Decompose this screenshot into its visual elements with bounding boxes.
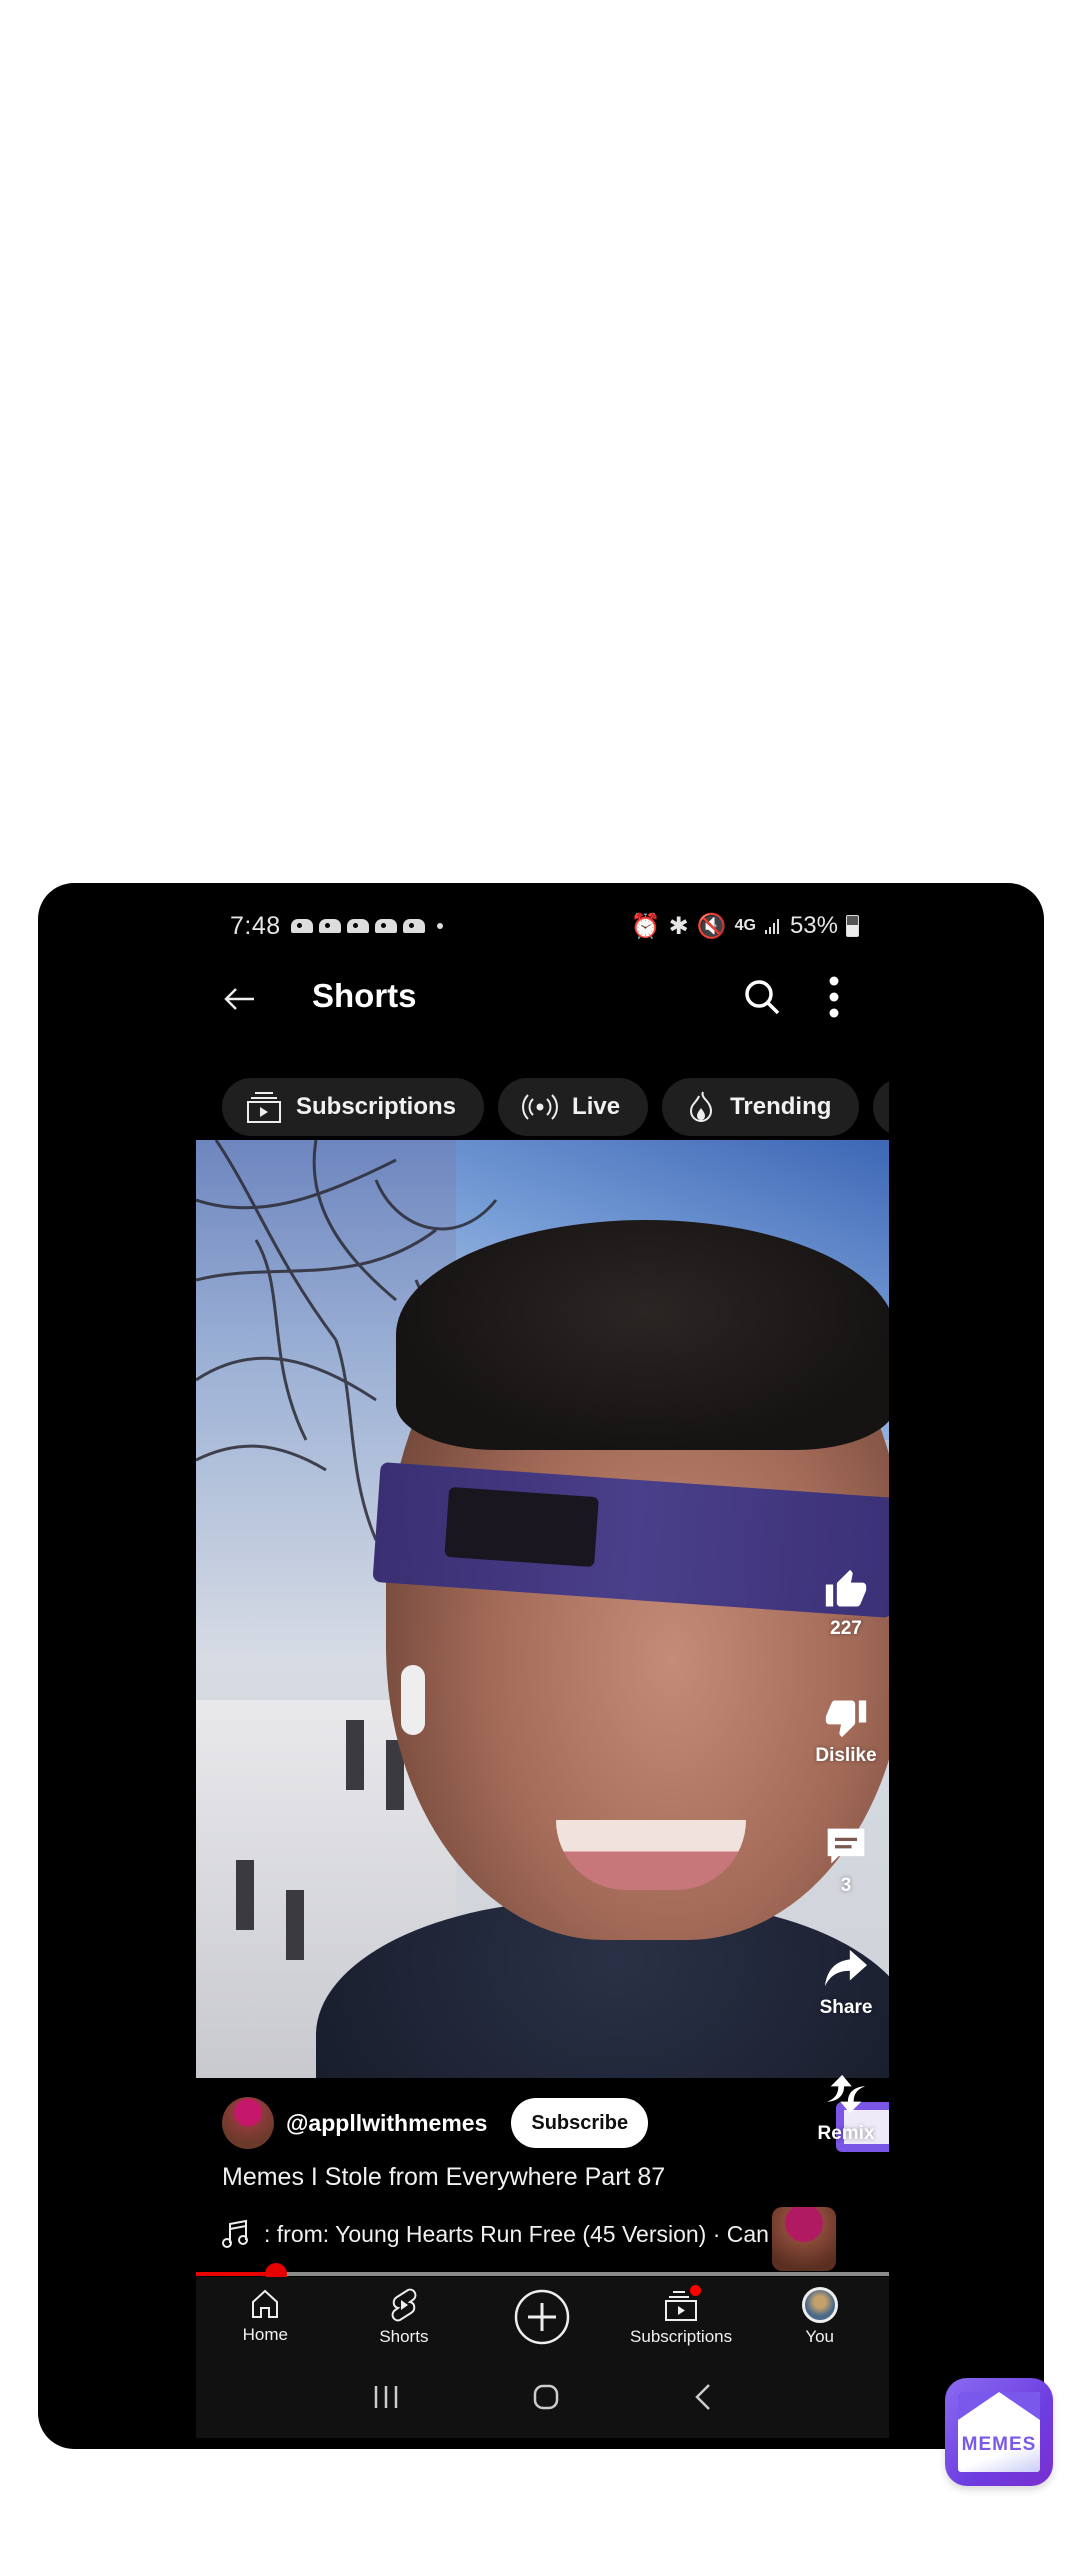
video-progress-bar[interactable] [196, 2263, 889, 2285]
nav-label: You [805, 2327, 835, 2346]
music-thumbnail[interactable] [772, 2207, 836, 2271]
shorts-icon [391, 2288, 417, 2322]
notification-icon [346, 919, 369, 933]
app-header: Shorts [196, 963, 889, 1033]
chip-more[interactable] [873, 1078, 889, 1136]
bottom-nav: Home Shorts Subscriptions You [196, 2277, 889, 2357]
chip-label: Subscriptions [296, 1093, 457, 1120]
filter-chips: Subscriptions Live Trending [222, 1078, 889, 1136]
notification-icon [290, 919, 313, 933]
bluetooth-icon: ✱ [668, 912, 689, 940]
like-button[interactable]: 227 [803, 1568, 889, 1640]
music-track: : from: Young Hearts Run Free (45 Versio… [264, 2220, 769, 2247]
trending-icon [690, 1091, 713, 1122]
video-earbud [401, 1665, 425, 1735]
progress-fill [196, 2272, 276, 2276]
subscriptions-icon [247, 1092, 281, 1123]
home-circle-icon[interactable] [531, 2382, 561, 2412]
live-icon [522, 1094, 558, 1120]
video-player[interactable] [196, 1140, 889, 2078]
comments-button[interactable]: 3 [803, 1823, 889, 1897]
create-plus-icon [515, 2289, 570, 2345]
comment-icon [827, 1828, 865, 1864]
nav-subscriptions[interactable]: Subscriptions [612, 2277, 751, 2357]
system-nav-bar [196, 2367, 889, 2427]
channel-avatar[interactable] [222, 2097, 274, 2149]
remix-button[interactable]: Remix [803, 2071, 889, 2145]
notification-icon [318, 919, 341, 933]
arrow-left-icon[interactable] [222, 981, 258, 1017]
nav-shorts[interactable]: Shorts [335, 2277, 474, 2357]
recents-icon[interactable] [371, 2383, 401, 2411]
page-title: Shorts [312, 977, 417, 1014]
video-hair [396, 1220, 889, 1450]
back-icon[interactable] [692, 2382, 714, 2412]
share-button[interactable]: Share [803, 1947, 889, 2019]
share-icon [824, 1949, 868, 1987]
envelope-icon: MEMES [958, 2392, 1040, 2472]
like-count: 227 [830, 1618, 862, 1639]
notification-icon [402, 919, 425, 933]
chip-label: Live [572, 1093, 621, 1120]
chip-trending[interactable]: Trending [662, 1078, 860, 1136]
nav-home[interactable]: Home [196, 2277, 335, 2357]
nav-label: Home [242, 2325, 288, 2344]
nav-label: Subscriptions [630, 2327, 733, 2346]
youtube-shorts-screen: 7:48 ⏰ ✱ 🔇 4G 53% Shorts Subscriptions L… [196, 883, 889, 2438]
thumb-up-icon [825, 1569, 867, 1607]
nav-you[interactable]: You [750, 2277, 889, 2357]
channel-row: @appllwithmemes Subscribe [222, 2096, 649, 2150]
network-4g-icon: 4G [734, 917, 756, 934]
dislike-label: Dislike [815, 1745, 877, 1766]
nav-create[interactable] [473, 2277, 612, 2357]
thumb-down-icon [825, 1700, 867, 1738]
subscribe-button[interactable]: Subscribe [511, 2098, 649, 2148]
notification-icon [374, 919, 397, 933]
dislike-button[interactable]: Dislike [803, 1695, 889, 1767]
status-right: ⏰ ✱ 🔇 4G 53% [631, 912, 859, 941]
chip-label: Trending [730, 1093, 832, 1120]
battery-percent: 53% [789, 912, 838, 939]
status-time: 7:48 [230, 911, 281, 940]
home-icon [252, 2289, 279, 2318]
remix-icon [826, 2074, 866, 2114]
alarm-icon: ⏰ [630, 912, 661, 940]
notification-icons [290, 919, 443, 933]
music-row[interactable]: : from: Young Hearts Run Free (45 Versio… [222, 2219, 782, 2249]
bottom-area: Home Shorts Subscriptions You [196, 2277, 889, 2438]
video-title[interactable]: Memes I Stole from Everywhere Part 87 [222, 2163, 665, 2192]
more-vert-icon[interactable] [824, 975, 844, 1019]
search-icon[interactable] [742, 977, 782, 1017]
music-note-icon [222, 2219, 248, 2248]
status-bar: 7:48 ⏰ ✱ 🔇 4G 53% [230, 911, 859, 941]
notification-badge [689, 2285, 701, 2296]
avatar [801, 2287, 838, 2323]
channel-handle[interactable]: @appllwithmemes [286, 2110, 487, 2137]
memes-watermark-logo: MEMES [945, 2378, 1053, 2486]
more-notifications-dot [436, 923, 443, 929]
chip-live[interactable]: Live [498, 1078, 649, 1136]
share-label: Share [819, 1997, 873, 2018]
comment-count: 3 [840, 1875, 852, 1896]
remix-label: Remix [817, 2123, 875, 2144]
chip-subscriptions[interactable]: Subscriptions [222, 1078, 485, 1136]
nav-label: Shorts [379, 2327, 429, 2346]
watermark-label: MEMES [961, 2434, 1037, 2455]
battery-icon [846, 915, 859, 937]
phone-screenshot-frame: 7:48 ⏰ ✱ 🔇 4G 53% Shorts Subscriptions L… [38, 883, 1044, 2449]
signal-icon [764, 919, 779, 934]
mute-icon: 🔇 [696, 912, 727, 940]
